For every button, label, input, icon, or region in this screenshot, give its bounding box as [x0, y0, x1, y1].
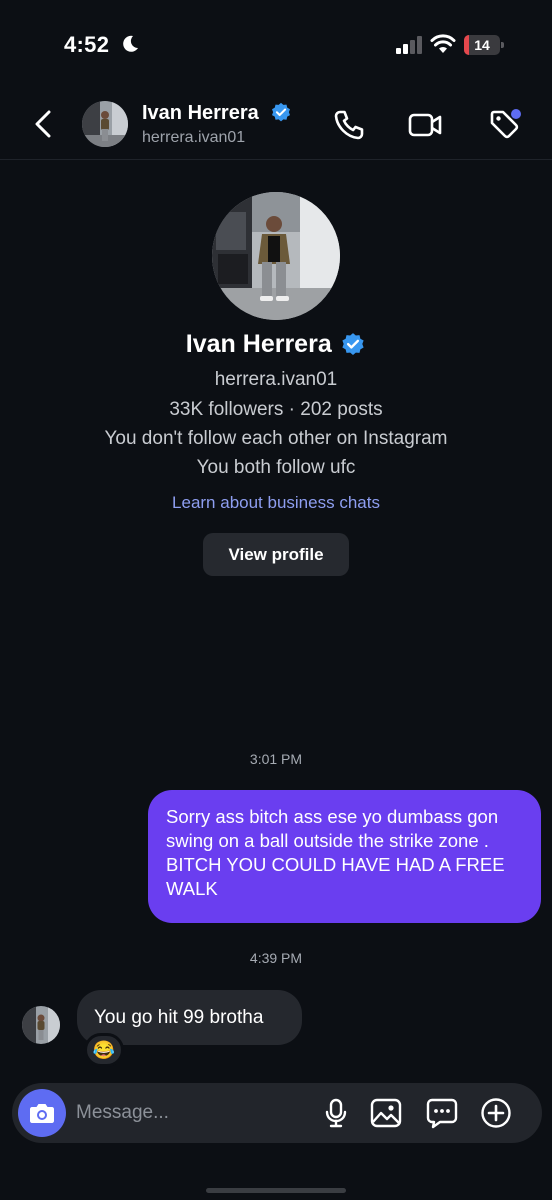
avatar[interactable]	[82, 101, 128, 147]
follow-status: You don't follow each other on Instagram	[104, 428, 448, 449]
profile-name: Ivan Herrera	[185, 330, 332, 358]
back-chevron-icon[interactable]	[28, 106, 60, 142]
battery-icon: 14	[464, 35, 504, 55]
message-timestamp: 4:39 PM	[249, 950, 303, 966]
profile-photo[interactable]	[212, 192, 340, 320]
verified-badge-icon	[342, 332, 364, 355]
profile-name-row: Ivan Herrera	[0, 330, 552, 359]
chat-header: Ivan Herrera herrera.ivan01	[0, 90, 552, 160]
avatar[interactable]	[22, 1006, 60, 1044]
profile-username: herrera.ivan01	[214, 369, 338, 390]
battery-level: 14	[474, 37, 490, 53]
phone-icon[interactable]	[332, 108, 366, 142]
camera-icon	[30, 1104, 54, 1123]
contact-username: herrera.ivan01	[142, 129, 246, 146]
plus-icon[interactable]	[480, 1097, 512, 1129]
wifi-icon	[430, 34, 456, 53]
microphone-icon[interactable]	[320, 1097, 352, 1129]
sticker-icon[interactable]	[426, 1097, 458, 1129]
tag-icon[interactable]	[488, 108, 522, 142]
view-profile-button[interactable]: View profile	[203, 533, 349, 576]
mutual-follow: You both follow ufc	[196, 457, 356, 478]
message-timestamp: 3:01 PM	[249, 751, 303, 767]
signal-icon	[396, 36, 422, 54]
status-time: 4:52	[64, 32, 110, 57]
status-bar: 4:52 14	[0, 0, 552, 90]
video-camera-icon[interactable]	[408, 108, 442, 142]
business-chats-link[interactable]: Learn about business chats	[0, 493, 552, 513]
contact-name[interactable]: Ivan Herrera	[142, 102, 259, 125]
moon-icon	[123, 35, 138, 52]
message-composer	[12, 1083, 542, 1143]
verified-badge-icon	[272, 102, 290, 122]
home-indicator	[206, 1188, 346, 1193]
camera-button[interactable]	[18, 1089, 66, 1137]
emoji-reaction[interactable]: 😂	[84, 1033, 124, 1067]
sent-message-bubble[interactable]: Sorry ass bitch ass ese yo dumbass gon s…	[148, 790, 541, 923]
message-input[interactable]	[76, 1083, 306, 1143]
profile-stats: 33K followers · 202 posts	[169, 399, 383, 420]
notification-dot	[511, 109, 521, 119]
gallery-icon[interactable]	[370, 1097, 402, 1129]
